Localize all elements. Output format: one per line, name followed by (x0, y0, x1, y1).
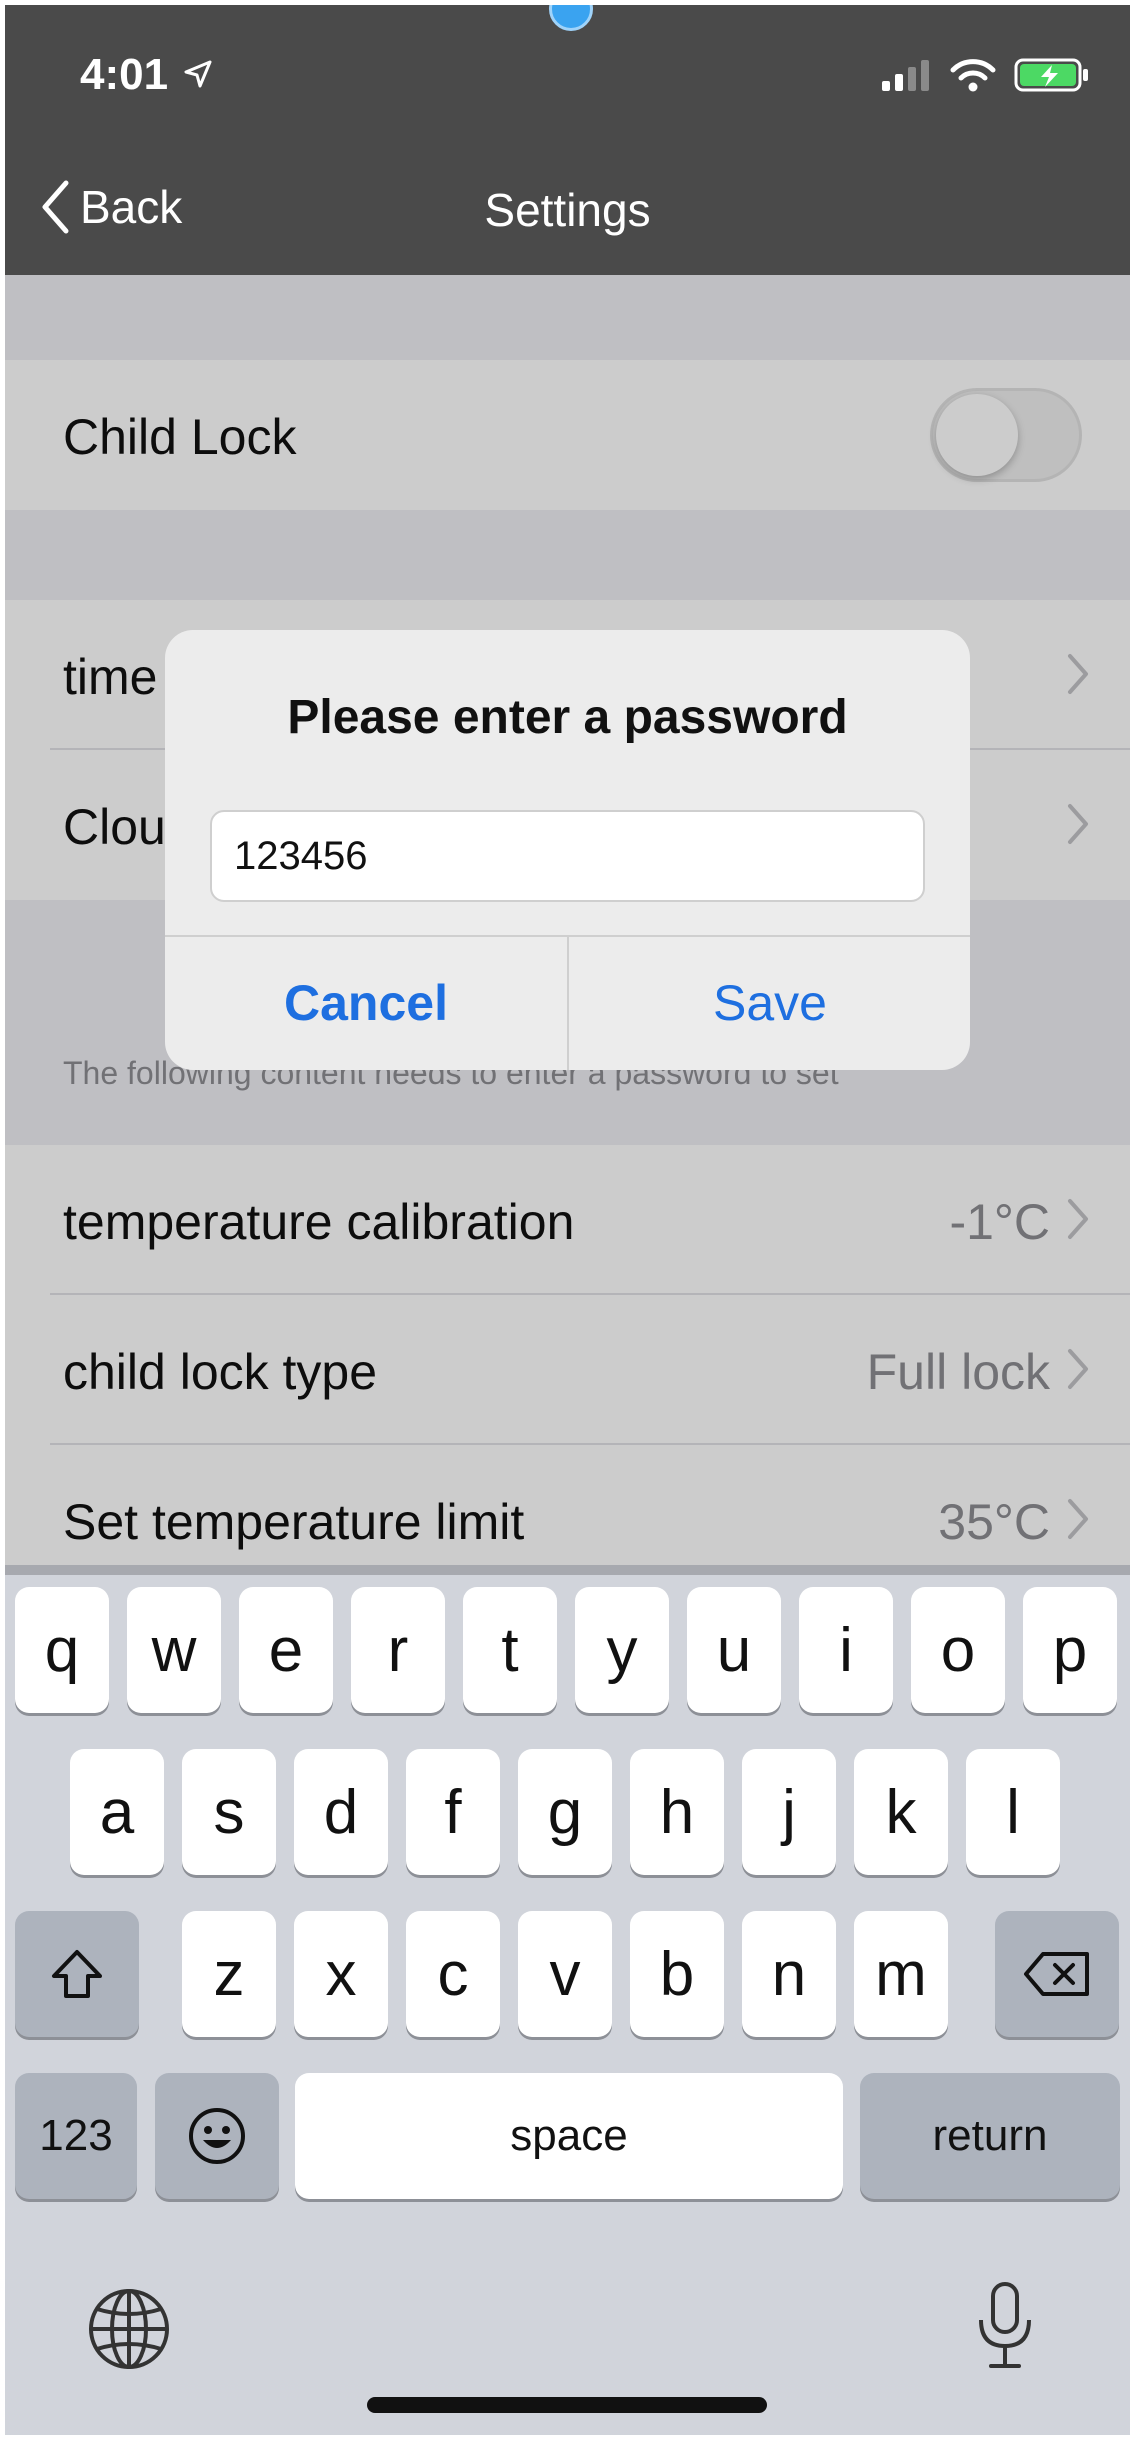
save-button[interactable]: Save (569, 935, 970, 1070)
cancel-button[interactable]: Cancel (165, 935, 567, 1070)
key-b[interactable]: b (630, 1911, 724, 2037)
phone-screen: 4:01 Back Settings Child Lock time Clou … (5, 5, 1130, 2435)
key-n[interactable]: n (742, 1911, 836, 2037)
key-v[interactable]: v (518, 1911, 612, 2037)
password-alert: Please enter a password 123456 Cancel Sa… (165, 630, 970, 1070)
key-j[interactable]: j (742, 1749, 836, 1875)
key-m[interactable]: m (854, 1911, 948, 2037)
key-p[interactable]: p (1023, 1587, 1117, 1713)
key-z[interactable]: z (182, 1911, 276, 2037)
location-arrow-icon (184, 60, 212, 88)
page-title: Settings (484, 184, 651, 236)
key-t[interactable]: t (463, 1587, 557, 1713)
key-g[interactable]: g (518, 1749, 612, 1875)
keyboard: q w e r t y u i o p a s d f g h j k l z … (5, 1565, 1130, 2435)
key-e[interactable]: e (239, 1587, 333, 1713)
home-indicator (367, 2397, 767, 2413)
delete-key[interactable] (995, 1911, 1119, 2037)
alert-title: Please enter a password (287, 691, 848, 744)
return-key[interactable]: return (860, 2073, 1120, 2199)
status-time: 4:01 (80, 50, 169, 99)
battery-charging-icon (1014, 58, 1088, 92)
emoji-key[interactable] (155, 2073, 279, 2199)
wifi-icon (950, 59, 996, 92)
space-key[interactable]: space (295, 2073, 843, 2199)
microphone-icon[interactable] (975, 2280, 1035, 2370)
key-f[interactable]: f (406, 1749, 500, 1875)
key-d[interactable]: d (294, 1749, 388, 1875)
key-l[interactable]: l (966, 1749, 1060, 1875)
key-c[interactable]: c (406, 1911, 500, 2037)
backspace-icon (1024, 1952, 1089, 1996)
navigation-bar: Back Settings (5, 145, 1130, 275)
key-y[interactable]: y (575, 1587, 669, 1713)
status-icons (880, 57, 1090, 93)
key-x[interactable]: x (294, 1911, 388, 2037)
cellular-signal-icon (882, 60, 929, 91)
key-w[interactable]: w (127, 1587, 221, 1713)
shift-key[interactable] (15, 1911, 139, 2037)
key-u[interactable]: u (687, 1587, 781, 1713)
key-h[interactable]: h (630, 1749, 724, 1875)
password-input[interactable]: 123456 (210, 810, 925, 902)
key-q[interactable]: q (15, 1587, 109, 1713)
key-a[interactable]: a (70, 1749, 164, 1875)
emoji-icon (189, 2108, 245, 2164)
key-i[interactable]: i (799, 1587, 893, 1713)
numbers-key[interactable]: 123 (15, 2073, 137, 2199)
globe-icon[interactable] (87, 2287, 171, 2371)
key-s[interactable]: s (182, 1749, 276, 1875)
key-r[interactable]: r (351, 1587, 445, 1713)
key-o[interactable]: o (911, 1587, 1005, 1713)
shift-arrow-icon (52, 1950, 102, 1998)
key-k[interactable]: k (854, 1749, 948, 1875)
